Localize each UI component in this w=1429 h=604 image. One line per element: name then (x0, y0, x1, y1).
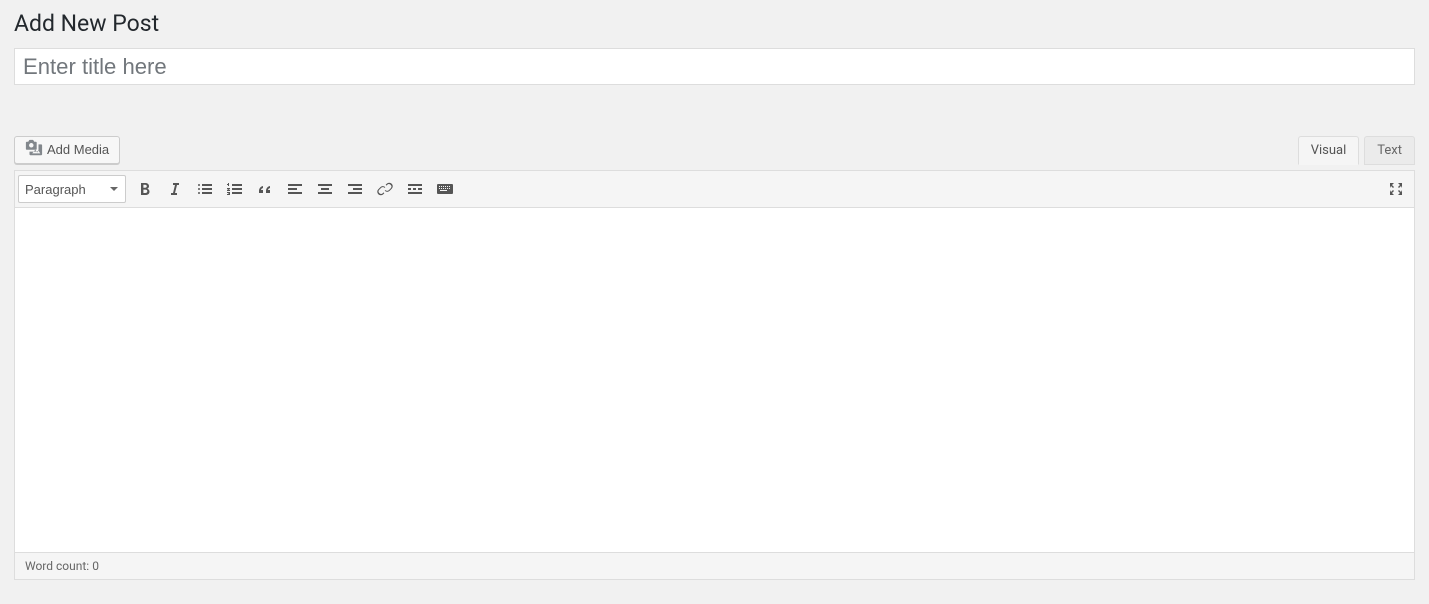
link-icon (375, 179, 395, 199)
bold-button[interactable] (130, 174, 160, 204)
bullet-list-icon (195, 179, 215, 199)
italic-icon (165, 179, 185, 199)
blockquote-icon (255, 179, 275, 199)
align-right-icon (345, 179, 365, 199)
read-more-icon (405, 179, 425, 199)
format-select-wrap: Paragraph (18, 175, 126, 203)
tab-visual[interactable]: Visual (1298, 136, 1360, 165)
format-select[interactable]: Paragraph (18, 175, 126, 203)
fullscreen-button[interactable] (1381, 174, 1411, 204)
status-bar: Word count: 0 (14, 553, 1415, 580)
read-more-button[interactable] (400, 174, 430, 204)
numbered-list-icon (225, 179, 245, 199)
tab-text[interactable]: Text (1364, 136, 1415, 165)
post-content-editor[interactable] (14, 208, 1415, 553)
italic-button[interactable] (160, 174, 190, 204)
bullet-list-button[interactable] (190, 174, 220, 204)
word-count-label: Word count: (25, 559, 92, 573)
numbered-list-button[interactable] (220, 174, 250, 204)
align-center-icon (315, 179, 335, 199)
align-center-button[interactable] (310, 174, 340, 204)
editor-container: Add Media Visual Text Paragraph (14, 135, 1415, 580)
editor-tabs: Visual Text (1293, 136, 1415, 165)
bold-icon (135, 179, 155, 199)
add-media-button[interactable]: Add Media (14, 136, 120, 164)
align-right-button[interactable] (340, 174, 370, 204)
page-heading: Add New Post (14, 0, 1415, 43)
keyboard-icon (435, 179, 455, 199)
align-left-icon (285, 179, 305, 199)
editor-toolbar: Paragraph (14, 170, 1415, 208)
toolbar-toggle-button[interactable] (430, 174, 460, 204)
link-button[interactable] (370, 174, 400, 204)
post-title-input[interactable] (14, 48, 1415, 86)
fullscreen-icon (1386, 179, 1406, 199)
add-media-label: Add Media (47, 142, 109, 157)
word-count-value: 0 (92, 559, 99, 573)
media-icon (25, 139, 43, 160)
blockquote-button[interactable] (250, 174, 280, 204)
media-row: Add Media Visual Text (14, 135, 1415, 164)
align-left-button[interactable] (280, 174, 310, 204)
